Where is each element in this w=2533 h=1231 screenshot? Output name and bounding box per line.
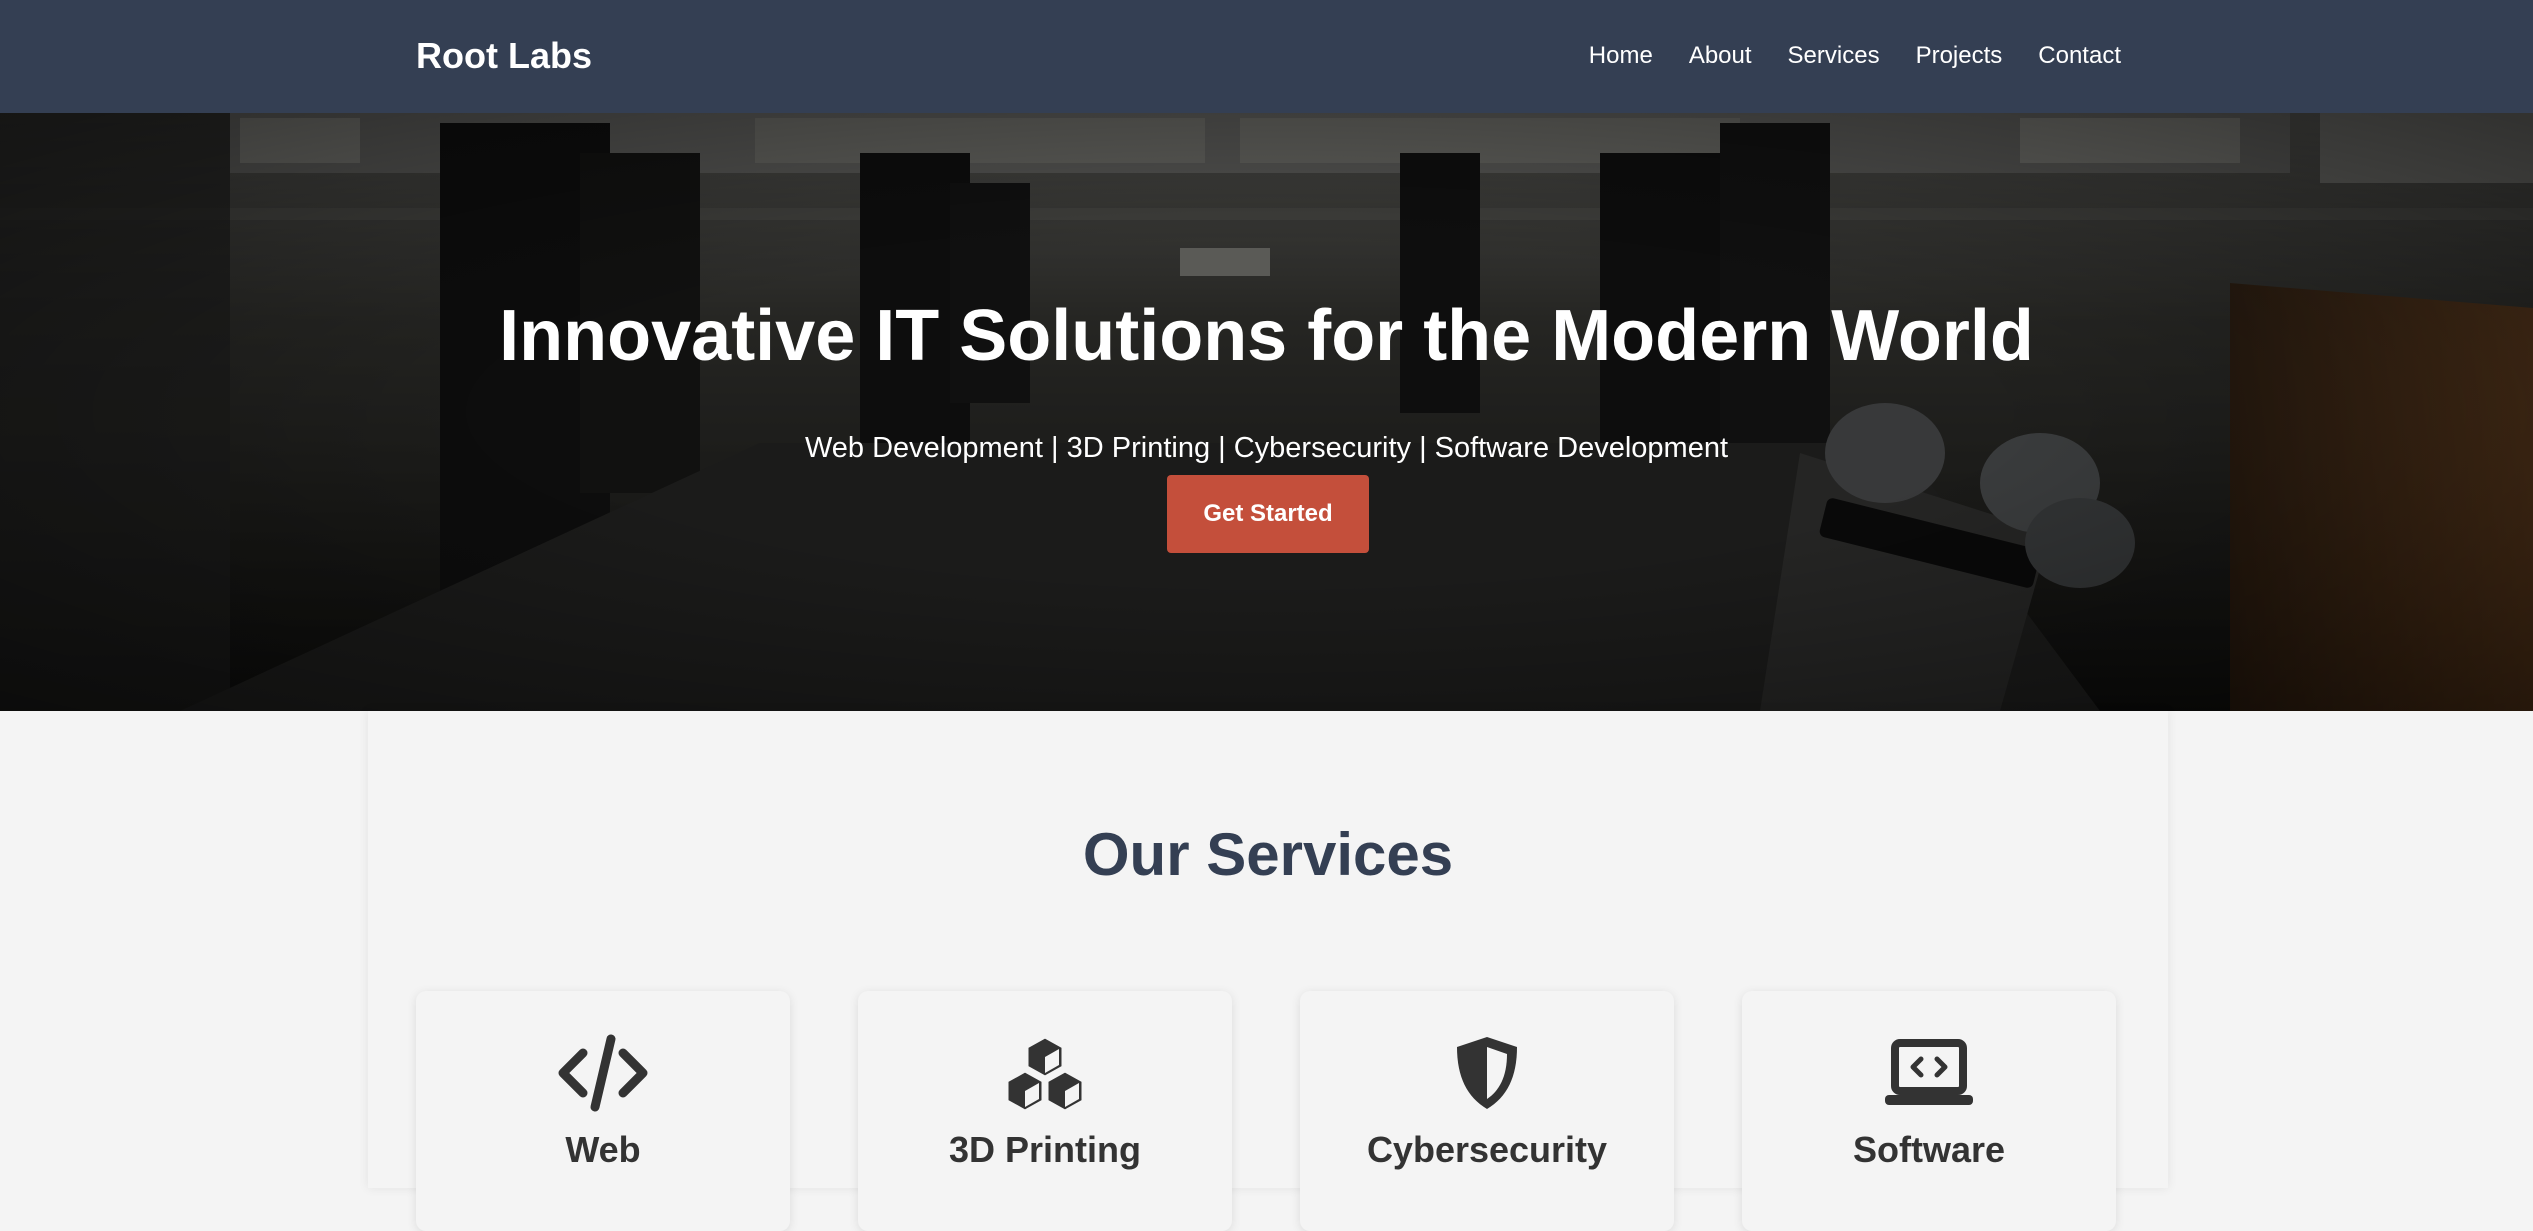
services-section: Our Services Web 3D Printing Cybersecuri… xyxy=(368,711,2168,1231)
site-header: Root Labs Home About Services Projects C… xyxy=(0,0,2533,113)
laptop-code-icon xyxy=(1879,1033,1979,1113)
service-card-title: Cybersecurity xyxy=(1366,1129,1608,1170)
code-icon xyxy=(553,1033,653,1113)
hero-section: Innovative IT Solutions for the Modern W… xyxy=(0,113,2533,711)
service-card-title: Software xyxy=(1852,1129,2006,1170)
service-card-software[interactable]: Software xyxy=(1742,991,2116,1231)
nav-services[interactable]: Services xyxy=(1788,36,1880,76)
nav-about[interactable]: About xyxy=(1689,36,1752,76)
service-card-web[interactable]: Web xyxy=(416,991,790,1231)
main-nav: Home About Services Projects Contact xyxy=(1589,36,2121,76)
get-started-button[interactable]: Get Started xyxy=(1167,475,1369,553)
service-card-title: Web xyxy=(565,1129,641,1170)
service-card-cybersecurity[interactable]: Cybersecurity xyxy=(1300,991,1674,1231)
hero-title: Innovative IT Solutions for the Modern W… xyxy=(499,296,2034,376)
nav-contact[interactable]: Contact xyxy=(2038,36,2121,76)
hero-background-image xyxy=(0,113,2533,711)
nav-projects[interactable]: Projects xyxy=(1916,36,2003,76)
hero-subtitle: Web Development | 3D Printing | Cybersec… xyxy=(804,432,1729,464)
brand-logo[interactable]: Root Labs xyxy=(416,32,592,80)
nav-home[interactable]: Home xyxy=(1589,36,1653,76)
services-title: Our Services xyxy=(1082,821,1454,888)
shield-icon xyxy=(1437,1033,1537,1113)
cubes-icon xyxy=(995,1033,1095,1113)
service-card-title: 3D Printing xyxy=(948,1129,1141,1170)
service-card-3d-printing[interactable]: 3D Printing xyxy=(858,991,1232,1231)
